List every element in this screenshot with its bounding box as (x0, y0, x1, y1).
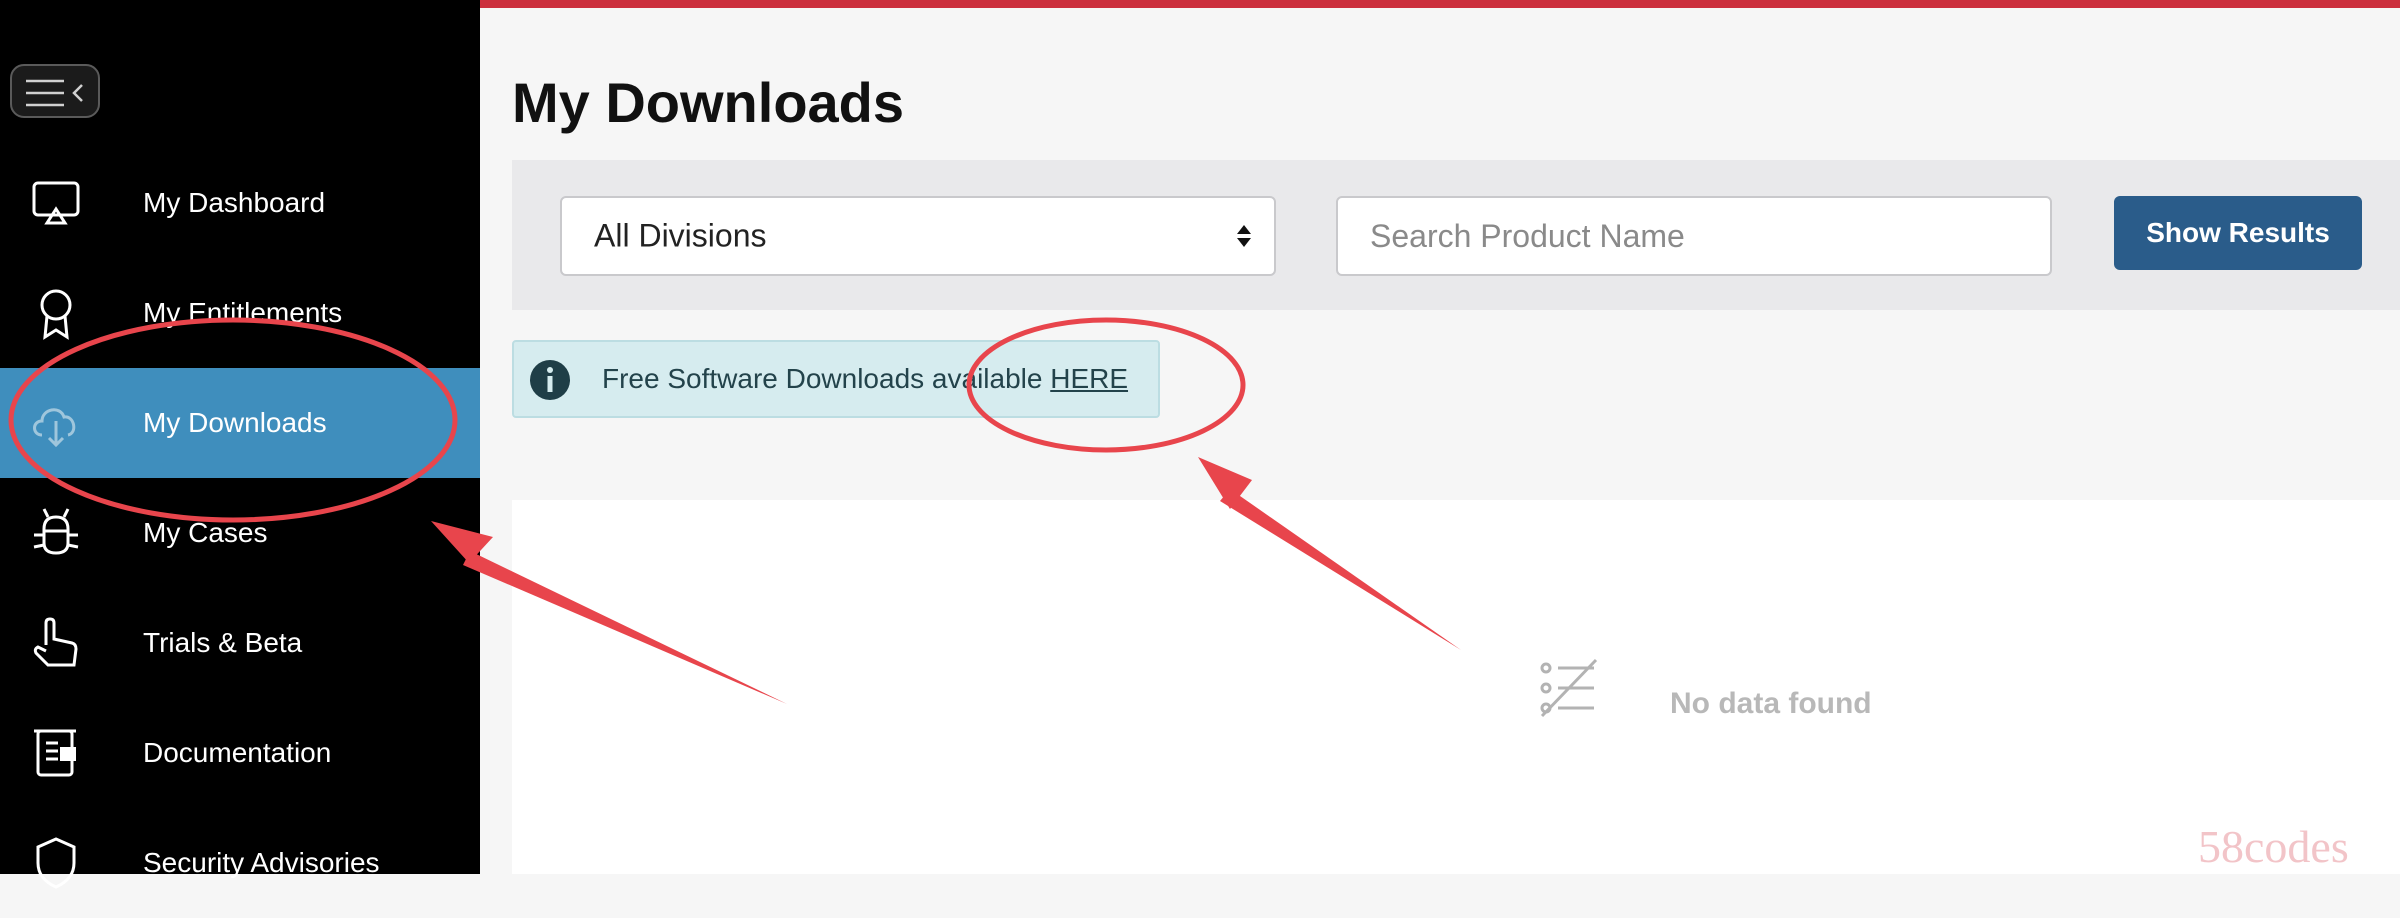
watermark: 58codes (2198, 821, 2349, 872)
info-text-wrapper: Free Software Downloads available HERE (602, 363, 1128, 395)
select-sort-arrows-icon (1237, 225, 1251, 247)
page-title: My Downloads (512, 71, 905, 134)
sidebar-item-label: My Dashboard (143, 187, 326, 218)
pointer-hand-icon (33, 617, 78, 667)
sidebar-item-entitlements[interactable]: My Entitlements (0, 258, 480, 368)
no-data-text: No data found (1670, 687, 1872, 720)
search-input[interactable] (1336, 196, 2052, 276)
sidebar-item-documentation[interactable]: Documentation (0, 698, 480, 808)
division-select[interactable]: All Divisions (560, 196, 1276, 276)
award-icon (40, 289, 72, 340)
bug-icon (33, 508, 79, 555)
menu-collapse-icon (26, 79, 83, 107)
scroll-icon (34, 729, 76, 777)
sidebar-item-dashboard[interactable]: My Dashboard (0, 148, 480, 258)
sidebar-item-cases[interactable]: My Cases (0, 478, 480, 588)
division-select-value: All Divisions (594, 217, 767, 254)
menu-collapse-button[interactable] (10, 64, 100, 118)
sidebar-item-security[interactable]: Security Advisories (0, 808, 480, 918)
no-data-icon (1540, 658, 1598, 718)
main-content: My Downloads All Divisions Show Results … (480, 8, 2400, 874)
filter-bar: All Divisions Show Results (512, 160, 2400, 310)
sidebar-item-label: My Cases (143, 517, 268, 548)
shield-icon (36, 837, 76, 889)
sidebar-item-downloads[interactable]: My Downloads (0, 368, 480, 478)
info-text: Free Software Downloads available (602, 363, 1043, 394)
info-alert: Free Software Downloads available HERE (512, 340, 1160, 418)
sidebar: My Dashboard My Entitlements My Download… (0, 0, 480, 889)
show-results-button[interactable]: Show Results (2114, 196, 2362, 270)
cloud-download-icon (33, 408, 76, 448)
sidebar-item-label: My Entitlements (143, 297, 343, 328)
dashboard-icon (32, 181, 80, 225)
sidebar-item-label: My Downloads (143, 407, 327, 438)
sidebar-item-trials[interactable]: Trials & Beta (0, 588, 480, 698)
free-downloads-link[interactable]: HERE (1050, 363, 1128, 394)
results-panel: No data found (512, 500, 2400, 874)
sidebar-item-label: Documentation (143, 737, 332, 768)
info-icon (530, 360, 570, 400)
sidebar-item-label: Security Advisories (143, 847, 380, 878)
sidebar-item-label: Trials & Beta (143, 627, 303, 658)
